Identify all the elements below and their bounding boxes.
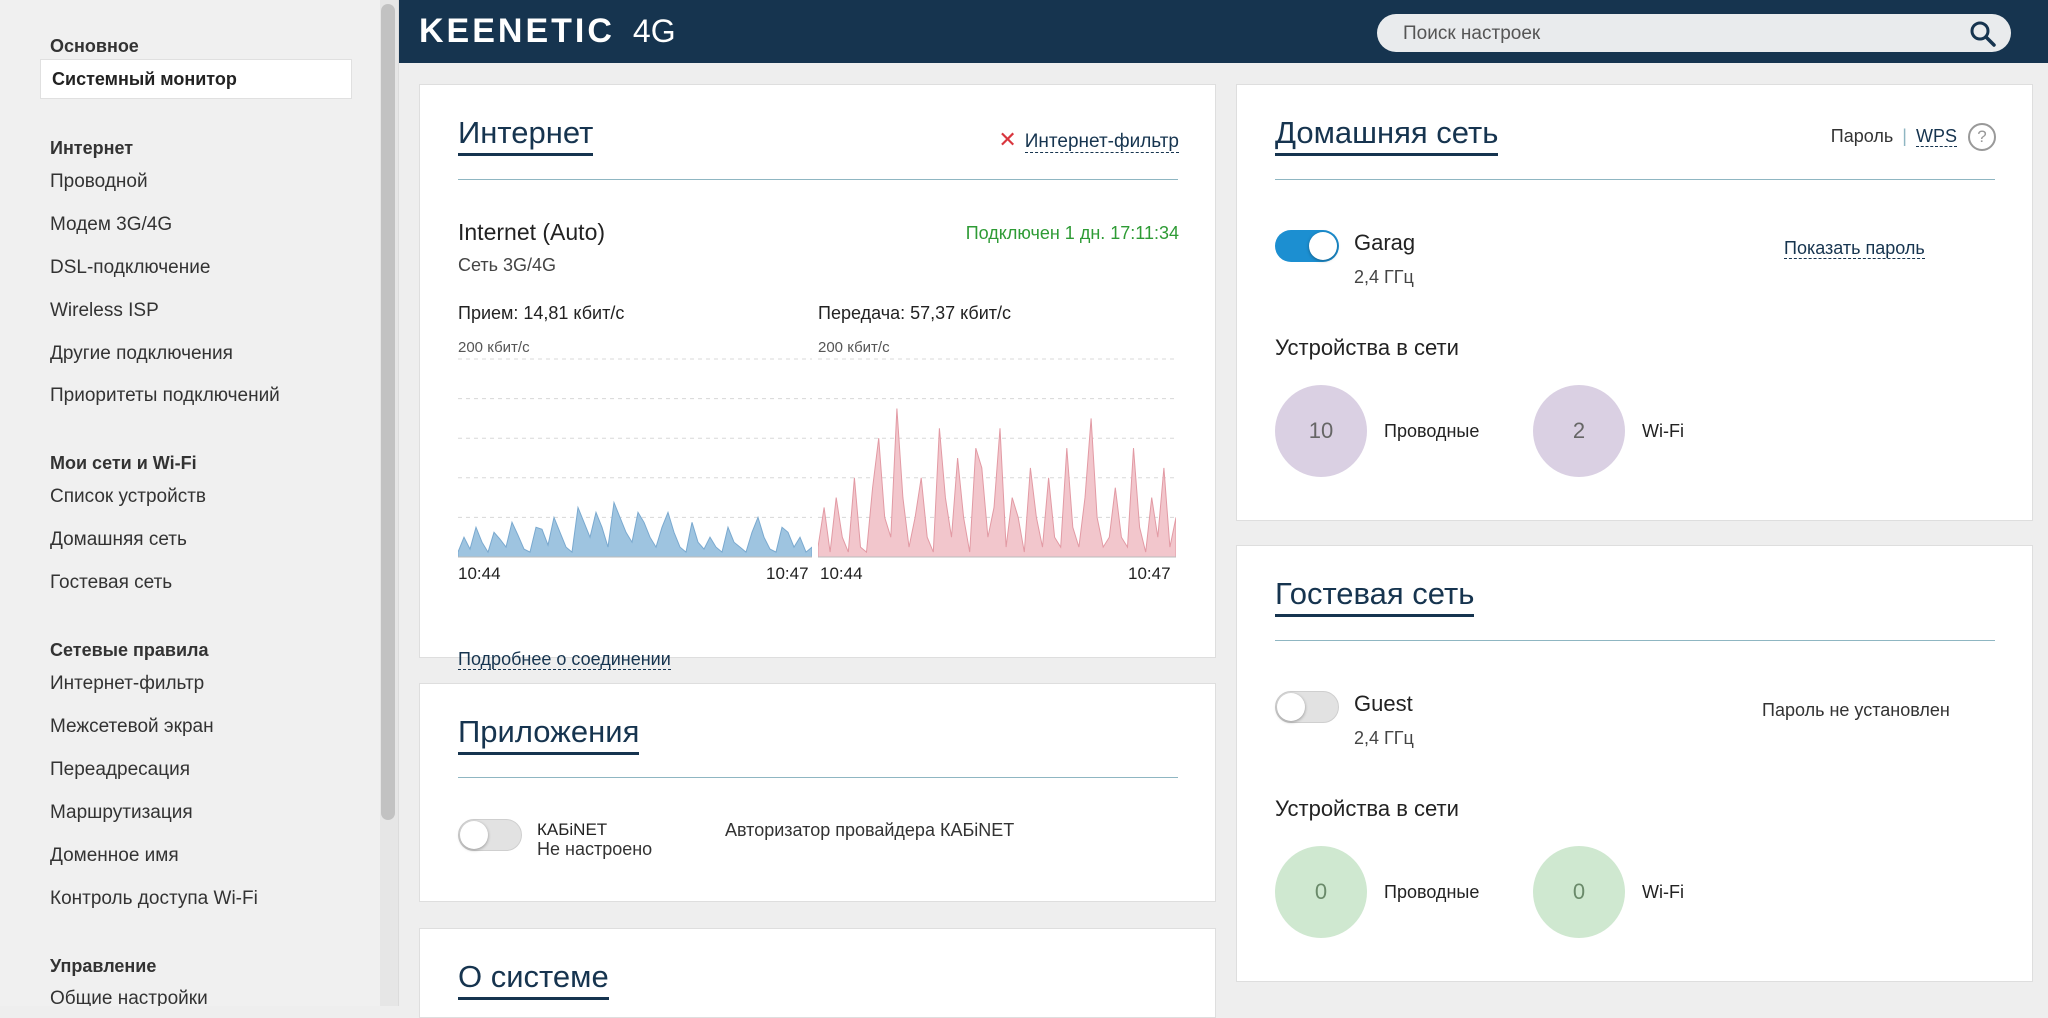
internet-filter-link[interactable]: ✕ Интернет-фильтр xyxy=(998,127,1179,153)
home-ssid: Garag xyxy=(1354,230,1416,255)
sidebar-item-wired[interactable]: Проводной xyxy=(50,171,148,193)
logo-brand: KEENETIC xyxy=(419,12,615,50)
internet-title: Интернет xyxy=(458,115,594,156)
system-card: О системе xyxy=(419,928,1216,1018)
kabinet-app-name: КАБiNET xyxy=(537,820,608,839)
search-input[interactable] xyxy=(1401,14,1945,54)
home-network-title: Домашняя сеть xyxy=(1275,115,1499,156)
sidebar-item-wifi-access-control[interactable]: Контроль доступа Wi-Fi xyxy=(50,888,258,910)
rx-chart-area xyxy=(458,500,812,558)
filter-off-icon: ✕ xyxy=(998,127,1017,152)
sidebar-item-priorities[interactable]: Приоритеты подключений xyxy=(50,385,280,407)
sidebar-item-domain-name[interactable]: Доменное имя xyxy=(50,845,179,867)
password-label: Пароль xyxy=(1830,125,1894,146)
guest-band: 2,4 ГГц xyxy=(1354,728,1414,748)
rx-scale-label: 200 кбит/с xyxy=(458,339,530,356)
sidebar-item-wireless-isp[interactable]: Wireless ISP xyxy=(50,300,159,322)
home-wifi-count[interactable]: 2 xyxy=(1533,385,1625,477)
applications-title: Приложения xyxy=(458,714,640,755)
sidebar-item-firewall[interactable]: Межсетевой экран xyxy=(50,716,214,738)
internet-filter-link-text[interactable]: Интернет-фильтр xyxy=(1024,131,1179,153)
kabinet-app-description: Авторизатор провайдера КАБiNET xyxy=(725,820,1015,840)
connection-details-link[interactable]: Подробнее о соединении xyxy=(458,649,671,670)
guest-network-title: Гостевая сеть xyxy=(1275,576,1475,617)
home-wifi-label: Wi-Fi xyxy=(1642,421,1684,441)
connection-status: Подключен 1 дн. 17:11:34 xyxy=(965,223,1179,243)
guest-ssid: Guest xyxy=(1354,691,1413,716)
connection-type: Сеть 3G/4G xyxy=(458,255,557,275)
guest-wifi-count[interactable]: 0 xyxy=(1533,846,1625,938)
connection-details-link-text[interactable]: Подробнее о соединении xyxy=(458,649,671,670)
guest-network-divider xyxy=(1275,640,1995,641)
tx-scale-label: 200 кбит/с xyxy=(818,339,890,356)
guest-password-status: Пароль не установлен xyxy=(1762,700,1950,720)
sidebar-item-internet-filter[interactable]: Интернет-фильтр xyxy=(50,673,204,695)
toggle-knob xyxy=(1309,232,1337,260)
sidebar-item-other-connections[interactable]: Другие подключения xyxy=(50,343,233,365)
show-password-link[interactable]: Показать пароль xyxy=(1784,238,1925,259)
sidebar-group-internet: Интернет xyxy=(50,138,134,158)
wps-link[interactable]: WPS xyxy=(1915,125,1957,147)
sidebar: Основное Системный монитор Интернет Пров… xyxy=(0,0,399,1006)
sidebar-item-guest-network[interactable]: Гостевая сеть xyxy=(50,572,172,594)
home-band: 2,4 ГГц xyxy=(1354,267,1414,287)
guest-network-card: Гостевая сеть Guest 2,4 ГГц Пароль не ус… xyxy=(1236,545,2033,982)
connection-name: Internet (Auto) xyxy=(458,219,606,245)
sidebar-item-modem[interactable]: Модем 3G/4G xyxy=(50,214,172,236)
home-wired-label: Проводные xyxy=(1384,421,1480,441)
sidebar-scrollbar-thumb[interactable] xyxy=(381,4,395,820)
home-wifi-toggle[interactable] xyxy=(1275,230,1339,262)
tx-chart-area xyxy=(818,408,1176,558)
kabinet-app-status: Не настроено xyxy=(537,839,653,859)
sidebar-item-dsl[interactable]: DSL-подключение xyxy=(50,257,210,279)
help-icon[interactable]: ? xyxy=(1968,123,1996,151)
search-icon[interactable] xyxy=(1969,20,1997,48)
sidebar-item-general-settings[interactable]: Общие настройки xyxy=(50,988,208,1006)
sidebar-item-system-monitor[interactable]: Системный монитор xyxy=(40,59,352,99)
sidebar-group-manage: Управление xyxy=(50,956,157,976)
tx-label: Передача: 57,37 кбит/с xyxy=(818,303,1012,323)
internet-divider xyxy=(458,179,1178,180)
tx-traffic-chart xyxy=(818,358,1176,558)
rx-time-start: 10:44 xyxy=(458,564,501,583)
applications-divider xyxy=(458,777,1178,778)
search-box[interactable] xyxy=(1377,14,2011,54)
tx-time-start: 10:44 xyxy=(820,564,863,583)
guest-devices-title: Устройства в сети xyxy=(1275,796,1459,821)
sidebar-group-main: Основное xyxy=(50,36,139,56)
sidebar-group-rules: Сетевые правила xyxy=(50,640,209,660)
guest-wired-label: Проводные xyxy=(1384,882,1480,902)
system-title: О системе xyxy=(458,959,609,1000)
tx-time-end: 10:47 xyxy=(1128,564,1171,583)
kabinet-toggle[interactable] xyxy=(458,819,522,851)
sidebar-item-forwarding[interactable]: Переадресация xyxy=(50,759,190,781)
home-wired-count[interactable]: 10 xyxy=(1275,385,1367,477)
show-password-link-text[interactable]: Показать пароль xyxy=(1784,238,1925,259)
logo-model: 4G xyxy=(632,13,676,49)
rx-label: Прием: 14,81 кбит/с xyxy=(458,303,625,323)
sidebar-item-device-list[interactable]: Список устройств xyxy=(50,486,206,508)
guest-wifi-toggle[interactable] xyxy=(1275,691,1339,723)
logo: KEENETIC 4G xyxy=(419,12,676,51)
sidebar-item-routing[interactable]: Маршрутизация xyxy=(50,802,193,824)
header: KEENETIC 4G xyxy=(399,0,2048,63)
actions-separator: | xyxy=(1902,125,1907,146)
toggle-knob xyxy=(460,821,488,849)
rx-time-end: 10:47 xyxy=(766,564,809,583)
toggle-knob xyxy=(1277,693,1305,721)
home-network-card: Домашняя сеть Пароль | WPS ? Garag 2,4 Г… xyxy=(1236,84,2033,521)
rx-traffic-chart xyxy=(458,358,812,558)
sidebar-item-home-network[interactable]: Домашняя сеть xyxy=(50,529,187,551)
home-network-divider xyxy=(1275,179,1995,180)
home-network-actions: Пароль | WPS ? xyxy=(1831,123,1996,151)
guest-wired-count[interactable]: 0 xyxy=(1275,846,1367,938)
applications-card: Приложения КАБiNET Не настроено Авториза… xyxy=(419,683,1216,902)
home-devices-title: Устройства в сети xyxy=(1275,335,1459,360)
guest-wifi-label: Wi-Fi xyxy=(1642,882,1684,902)
sidebar-group-networks: Мои сети и Wi-Fi xyxy=(50,453,197,473)
internet-card: Интернет ✕ Интернет-фильтр Internet (Auto… xyxy=(419,84,1216,670)
